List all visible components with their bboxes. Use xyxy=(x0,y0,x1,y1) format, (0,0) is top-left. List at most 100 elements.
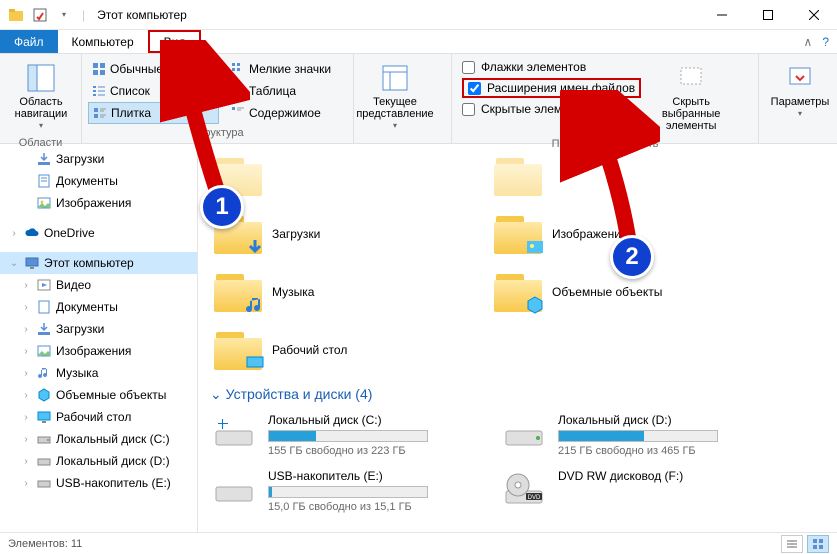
downloads-icon xyxy=(36,151,52,167)
folder-icon xyxy=(214,330,262,370)
nav-downloads2[interactable]: ›Загрузки xyxy=(0,318,197,340)
ribbon: Область навигации ▾ Области Обычные знач… xyxy=(0,54,837,144)
nav-desktop[interactable]: ›Рабочий стол xyxy=(0,406,197,428)
drive-d[interactable]: Локальный диск (D:) 215 ГБ свободно из 4… xyxy=(500,413,750,457)
computer-icon xyxy=(24,255,40,271)
nav-drive-d[interactable]: ›Локальный диск (D:) xyxy=(0,450,197,472)
folder-icon xyxy=(214,214,262,254)
onedrive-icon xyxy=(24,225,40,241)
check-file-extensions[interactable]: Расширения имен файлов xyxy=(462,78,641,98)
folder-item[interactable] xyxy=(210,152,450,200)
videos-icon xyxy=(36,277,52,293)
nav-onedrive[interactable]: ›OneDrive xyxy=(0,222,197,244)
nav-documents2[interactable]: ›Документы xyxy=(0,296,197,318)
nav-this-pc[interactable]: ⌄Этот компьютер xyxy=(0,252,197,274)
content-area[interactable]: Загрузки Изображения Музыка Объемные объ… xyxy=(198,144,837,532)
small-icons-icon xyxy=(231,62,245,76)
collapse-ribbon-icon[interactable]: ∧ xyxy=(804,35,813,49)
pictures-icon xyxy=(36,343,52,359)
nav-downloads[interactable]: Загрузки xyxy=(0,148,197,170)
tab-file[interactable]: Файл xyxy=(0,30,58,53)
folder-icon xyxy=(494,272,542,312)
current-view-icon xyxy=(379,62,411,94)
check-item-flags[interactable]: Флажки элементов xyxy=(462,60,641,74)
desktop-icon xyxy=(36,409,52,425)
titlebar: ▾ | Этот компьютер xyxy=(0,0,837,30)
tiles-icon xyxy=(93,106,107,120)
options-icon xyxy=(784,62,816,94)
hide-selected-button[interactable]: Скрыть выбранные элементы xyxy=(651,58,731,136)
minimize-button[interactable] xyxy=(699,0,745,30)
nav-pane-button[interactable]: Область навигации ▾ xyxy=(6,58,76,135)
table-icon xyxy=(231,84,245,98)
folder-downloads[interactable]: Загрузки xyxy=(210,210,450,258)
layout-small-icons[interactable]: Мелкие значки xyxy=(227,58,347,80)
folder-pictures[interactable]: Изображения xyxy=(490,210,730,258)
current-view-button[interactable]: Текущее представление ▾ xyxy=(360,58,430,135)
folder-icon xyxy=(494,156,542,196)
folder-item[interactable] xyxy=(490,152,730,200)
layout-table[interactable]: Таблица xyxy=(227,80,347,102)
folder-icon xyxy=(214,156,262,196)
content-icon xyxy=(231,106,245,120)
folder-music[interactable]: Музыка xyxy=(210,268,450,316)
layout-tiles[interactable]: Плитка xyxy=(88,102,219,124)
music-icon xyxy=(36,365,52,381)
nav-videos[interactable]: ›Видео xyxy=(0,274,197,296)
drive-e[interactable]: USB-накопитель (E:) 15,0 ГБ свободно из … xyxy=(210,469,460,513)
tab-view[interactable]: Вид xyxy=(148,30,202,53)
drive-usage-bar xyxy=(558,430,718,442)
status-bar: Элементов: 11 xyxy=(0,532,837,554)
item-count: Элементов: 11 xyxy=(8,538,82,550)
folder-icon xyxy=(494,214,542,254)
maximize-button[interactable] xyxy=(745,0,791,30)
icons-icon xyxy=(92,62,106,76)
tab-computer[interactable]: Компьютер xyxy=(58,30,148,53)
drive-icon xyxy=(500,413,548,453)
documents-icon xyxy=(36,299,52,315)
folder-3d-objects[interactable]: Объемные объекты xyxy=(490,268,730,316)
qat-properties-icon[interactable] xyxy=(30,5,50,25)
svg-text:DVD: DVD xyxy=(528,495,541,501)
nav-3d-objects[interactable]: ›Объемные объекты xyxy=(0,384,197,406)
check-hidden-items[interactable]: Скрытые элементы xyxy=(462,102,641,116)
layout-list[interactable]: Список xyxy=(88,80,219,102)
close-button[interactable] xyxy=(791,0,837,30)
usb-drive-icon xyxy=(36,475,52,491)
drive-usage-bar xyxy=(268,430,428,442)
help-icon[interactable]: ? xyxy=(822,35,829,49)
downloads-icon xyxy=(36,321,52,337)
nav-drive-e[interactable]: ›USB-накопитель (E:) xyxy=(0,472,197,494)
layout-content[interactable]: Содержимое xyxy=(227,102,347,124)
nav-music[interactable]: ›Музыка xyxy=(0,362,197,384)
list-icon xyxy=(92,84,106,98)
ribbon-tabs: Файл Компьютер Вид ∧ ? xyxy=(0,30,837,54)
drive-f[interactable]: DVD DVD RW дисковод (F:) xyxy=(500,469,750,513)
folder-icon xyxy=(214,272,262,312)
options-button[interactable]: Параметры ▾ xyxy=(765,58,835,123)
nav-tree[interactable]: Загрузки Документы Изображения ›OneDrive… xyxy=(0,144,198,532)
drive-icon xyxy=(210,413,258,453)
view-tiles-button[interactable] xyxy=(807,535,829,553)
drive-icon xyxy=(36,453,52,469)
nav-documents[interactable]: Документы xyxy=(0,170,197,192)
nav-pictures[interactable]: Изображения xyxy=(0,192,197,214)
documents-icon xyxy=(36,173,52,189)
folder-desktop[interactable]: Рабочий стол xyxy=(210,326,450,374)
qat-dropdown-icon[interactable]: ▾ xyxy=(54,5,74,25)
view-details-button[interactable] xyxy=(781,535,803,553)
window-title: Этот компьютер xyxy=(97,8,187,22)
explorer-icon xyxy=(6,5,26,25)
dvd-drive-icon: DVD xyxy=(500,469,548,509)
drive-c[interactable]: Локальный диск (C:) 155 ГБ свободно из 2… xyxy=(210,413,460,457)
drive-usage-bar xyxy=(268,486,428,498)
drive-icon xyxy=(36,431,52,447)
hide-icon xyxy=(675,62,707,94)
pictures-icon xyxy=(36,195,52,211)
nav-drive-c[interactable]: ›Локальный диск (C:) xyxy=(0,428,197,450)
drives-section-header[interactable]: ⌄ Устройства и диски (4) xyxy=(210,386,825,403)
layout-normal-icons[interactable]: Обычные значки xyxy=(88,58,219,80)
cube-icon xyxy=(36,387,52,403)
nav-pictures2[interactable]: ›Изображения xyxy=(0,340,197,362)
nav-pane-icon xyxy=(25,62,57,94)
